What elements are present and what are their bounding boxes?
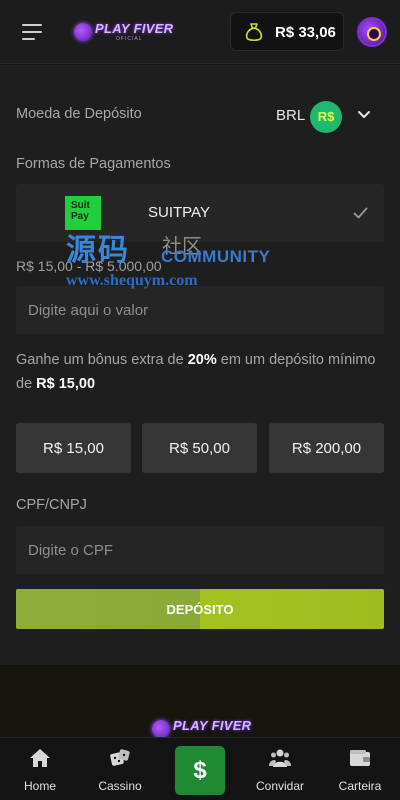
payment-method-name: SUITPAY bbox=[148, 204, 210, 221]
nav-carteira[interactable]: Carteira bbox=[320, 738, 400, 800]
bonus-text: Ganhe um bônus extra de 20% em um depósi… bbox=[16, 348, 384, 396]
nav-home-label: Home bbox=[23, 779, 56, 793]
dice-icon bbox=[110, 749, 130, 766]
payment-method-suitpay[interactable]: Suit Pay SUITPAY bbox=[16, 184, 384, 242]
payment-methods-label: Formas de Pagamentos bbox=[16, 156, 171, 172]
footer-logo-badge-icon bbox=[152, 720, 170, 738]
currency-code[interactable]: BRL bbox=[276, 107, 305, 124]
nav-home[interactable]: Home bbox=[0, 738, 80, 800]
amount-range: R$ 15,00 - R$ 5.000,00 bbox=[16, 258, 162, 274]
deposit-nav-button[interactable]: $ bbox=[175, 746, 225, 795]
bonus-prefix: Ganhe um bônus extra de bbox=[16, 352, 184, 368]
logo-badge-icon bbox=[74, 23, 92, 41]
users-icon bbox=[269, 749, 291, 767]
amount-option-15[interactable]: R$ 15,00 bbox=[16, 423, 131, 473]
nav-cassino-label: Cassino bbox=[98, 779, 142, 793]
currency-label: Moeda de Depósito bbox=[16, 106, 142, 122]
logo-text: PLAY FIVER bbox=[95, 21, 174, 36]
nav-carteira-label: Carteira bbox=[338, 779, 382, 793]
amount-input[interactable] bbox=[16, 286, 384, 334]
bonus-min-value: R$ 15,00 bbox=[36, 376, 96, 392]
check-icon bbox=[353, 207, 368, 219]
top-header: PLAY FIVER OFICIAL R$ 33,06 bbox=[0, 0, 400, 64]
money-bag-icon bbox=[245, 23, 263, 42]
bonus-percent: 20% bbox=[187, 352, 217, 368]
currency-badge[interactable]: R$ bbox=[310, 101, 342, 133]
deposit-submit-button[interactable]: DEPÓSITO bbox=[16, 589, 384, 629]
home-icon bbox=[30, 749, 50, 767]
avatar[interactable] bbox=[357, 17, 387, 47]
logo-subtext: OFICIAL bbox=[116, 36, 143, 42]
footer-logo-text: PLAY FIVER bbox=[173, 718, 252, 733]
bottom-nav: Home Cassino $ Convidar Carteira bbox=[0, 737, 400, 800]
nav-convidar-label: Convidar bbox=[255, 779, 305, 793]
chevron-down-icon[interactable] bbox=[357, 110, 371, 120]
suitpay-logo: Suit Pay bbox=[65, 196, 101, 230]
menu-icon[interactable] bbox=[22, 24, 42, 40]
nav-convidar[interactable]: Convidar bbox=[240, 738, 320, 800]
amount-option-200[interactable]: R$ 200,00 bbox=[269, 423, 384, 473]
cpf-label: CPF/CNPJ bbox=[16, 497, 87, 513]
amount-option-50[interactable]: R$ 50,00 bbox=[142, 423, 257, 473]
nav-cassino[interactable]: Cassino bbox=[80, 738, 160, 800]
wallet-icon bbox=[350, 750, 370, 766]
cpf-input[interactable] bbox=[16, 526, 384, 574]
balance-value: R$ 33,06 bbox=[275, 24, 336, 41]
balance-box[interactable]: R$ 33,06 bbox=[230, 12, 344, 51]
